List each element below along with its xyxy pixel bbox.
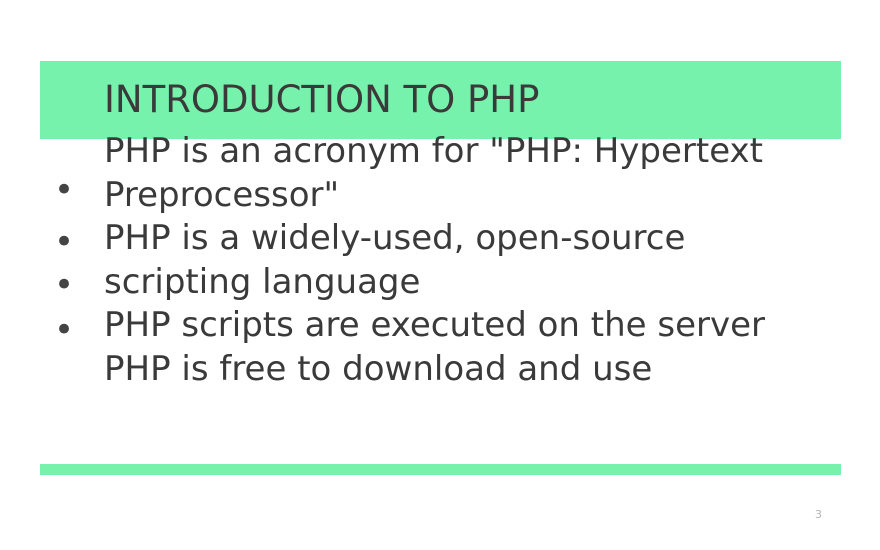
body-line: PHP is a widely-used, open-source [104, 218, 686, 258]
body-line: Preprocessor" [104, 174, 340, 215]
body-line: PHP is an acronym for "PHP: Hypertext [104, 131, 763, 171]
bullet-marker: • [54, 222, 75, 262]
bullet-marker: • [54, 170, 75, 210]
bullet-marker: • [54, 265, 75, 305]
slide-body: PHP is an acronym for "PHP: Hypertext Pr… [104, 130, 824, 391]
bottom-accent-bar [40, 464, 841, 475]
bullet-marker: • [54, 310, 75, 350]
body-line: PHP is free to download and use [104, 348, 653, 389]
slide-number: 3 [815, 508, 822, 521]
bullet-markers: • • • • [54, 165, 94, 355]
slide-title: INTRODUCTION TO PHP [104, 78, 540, 121]
body-line: PHP scripts are executed on the server [104, 305, 766, 345]
body-line: scripting language [104, 261, 421, 302]
